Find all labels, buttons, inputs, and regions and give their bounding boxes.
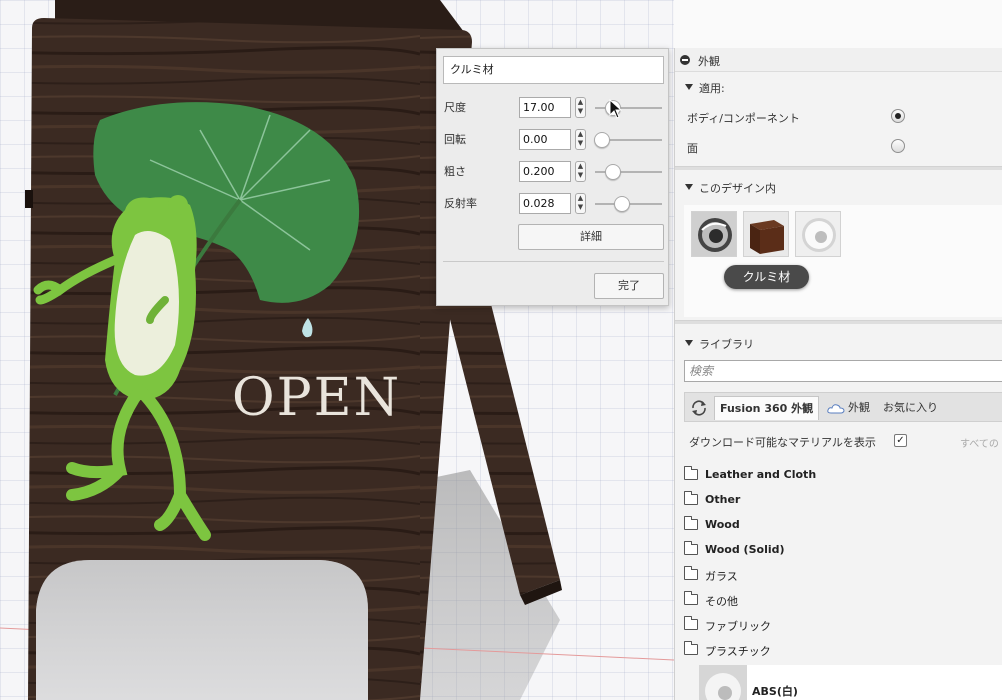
library-tabs: Fusion 360 外観 外観 お気に入り — [684, 392, 1002, 422]
white-ring-icon — [699, 665, 747, 700]
in-design-section-title: このデザイン内 — [699, 182, 776, 195]
scale-slider[interactable] — [595, 100, 662, 116]
section-divider — [675, 320, 1002, 324]
folder-label: Wood — [705, 518, 740, 531]
tab-my-appearances[interactable]: 外観 — [843, 396, 875, 420]
tab-fusion360-appearances[interactable]: Fusion 360 外観 — [714, 396, 820, 420]
tab-favorites[interactable]: お気に入り — [878, 396, 943, 420]
walnut-cube-thumbnail[interactable] — [743, 211, 789, 257]
sign-text: OPEN — [232, 368, 401, 428]
folder-label: プラスチック — [705, 645, 771, 658]
material-item-abs-white[interactable]: ABS(白) — [699, 665, 1002, 700]
disclosure-triangle-icon[interactable] — [685, 340, 693, 346]
roughness-slider-knob[interactable] — [605, 164, 622, 180]
folder-icon — [684, 591, 698, 605]
folder-icon — [684, 641, 698, 655]
folder-glass[interactable]: ガラス — [675, 564, 1002, 588]
library-section-title: ライブラリ — [699, 338, 754, 351]
disclosure-triangle-icon[interactable] — [685, 184, 693, 190]
folder-wood-solid[interactable]: Wood (Solid) — [675, 539, 1002, 563]
reflectance-stepper[interactable]: ▲ ▼ — [575, 193, 586, 214]
apply-option-face-label: 面 — [687, 142, 698, 155]
section-divider — [675, 166, 1002, 170]
folder-label: ファブリック — [705, 620, 771, 633]
downloadable-materials-checkbox[interactable]: ✓ — [894, 434, 907, 447]
roughness-row: 粗さ 0.200 ▲ ▼ — [437, 158, 670, 184]
downloadable-materials-row: ダウンロード可能なマテリアルを表示 ✓ すべての — [675, 430, 1002, 452]
reflectance-slider-knob[interactable] — [613, 196, 630, 212]
rotation-input[interactable]: 0.00 — [519, 129, 571, 150]
white-ring-icon — [796, 212, 840, 256]
scale-label: 尺度 — [444, 101, 466, 114]
library-section-header[interactable]: ライブラリ — [675, 332, 1002, 354]
folder-label: その他 — [705, 595, 738, 608]
folder-icon — [684, 516, 698, 530]
detail-button[interactable]: 詳細 — [518, 224, 664, 250]
roughness-slider[interactable] — [595, 164, 662, 180]
appearance-panel: 外観 適用: ボディ/コンポーネント 面 このデザイン内 クルミ材 ライブラリ … — [674, 48, 1002, 700]
roughness-stepper[interactable]: ▲ ▼ — [575, 161, 586, 182]
folder-plastic[interactable]: プラスチック — [675, 639, 1002, 663]
panel-header: 外観 — [675, 48, 1002, 72]
in-design-section-header[interactable]: このデザイン内 — [675, 176, 1002, 198]
apply-section-title: 適用: — [699, 82, 725, 95]
folder-label: ガラス — [705, 570, 738, 583]
rotation-stepper[interactable]: ▲ ▼ — [575, 129, 586, 150]
in-design-materials: クルミ材 — [684, 205, 1002, 317]
library-search-input[interactable]: 検索 — [684, 360, 1002, 382]
folder-icon — [684, 566, 698, 580]
white-ring-thumbnail[interactable] — [795, 211, 841, 257]
folder-label: Other — [705, 493, 741, 506]
material-name-field[interactable]: クルミ材 — [443, 56, 664, 84]
folder-misc[interactable]: その他 — [675, 589, 1002, 613]
folder-icon — [684, 466, 698, 480]
collapse-icon[interactable] — [680, 55, 690, 65]
rotation-slider-knob[interactable] — [593, 132, 610, 148]
folder-icon — [684, 491, 698, 505]
all-filter-label[interactable]: すべての — [960, 435, 999, 450]
panel-title: 外観 — [698, 55, 720, 68]
reflectance-label: 反射率 — [444, 197, 477, 210]
popup-divider — [443, 261, 664, 262]
disclosure-triangle-icon[interactable] — [685, 84, 693, 90]
rotation-label: 回転 — [444, 133, 466, 146]
done-button[interactable]: 完了 — [594, 273, 664, 299]
folder-fabric[interactable]: ファブリック — [675, 614, 1002, 638]
reflectance-input[interactable]: 0.028 — [519, 193, 571, 214]
walnut-cube-icon — [744, 212, 788, 256]
refresh-icon[interactable] — [690, 399, 708, 417]
roughness-label: 粗さ — [444, 165, 466, 178]
appearance-editor-popup: クルミ材 尺度 17.00 ▲ ▼ 回転 0.00 ▲ ▼ 粗さ 0.200 ▲ ▼ … — [436, 48, 669, 306]
apply-option-body[interactable]: ボディ/コンポーネント — [675, 105, 1002, 129]
rotation-row: 回転 0.00 ▲ ▼ — [437, 126, 670, 152]
apply-option-body-label: ボディ/コンポーネント — [687, 112, 800, 125]
face-radio[interactable] — [891, 139, 905, 153]
folder-other[interactable]: Other — [675, 489, 1002, 513]
folder-wood[interactable]: Wood — [675, 514, 1002, 538]
apply-option-face[interactable]: 面 — [675, 135, 1002, 159]
material-item-label: ABS(白) — [752, 685, 798, 698]
scale-input[interactable]: 17.00 — [519, 97, 571, 118]
rotation-slider[interactable] — [593, 132, 662, 148]
abs-white-thumbnail — [699, 665, 747, 700]
mouse-cursor-icon — [609, 99, 623, 119]
apply-section-header[interactable]: 適用: — [675, 76, 1002, 98]
chrome-ring-icon — [692, 212, 736, 256]
folder-icon — [684, 616, 698, 630]
scale-stepper[interactable]: ▲ ▼ — [575, 97, 586, 118]
roughness-input[interactable]: 0.200 — [519, 161, 571, 182]
folder-label: Leather and Cloth — [705, 468, 817, 481]
reflectance-slider[interactable] — [595, 196, 662, 212]
chrome-ring-thumbnail[interactable] — [691, 211, 737, 257]
scale-row: 尺度 17.00 ▲ ▼ — [437, 94, 670, 120]
folder-icon — [684, 541, 698, 555]
folder-label: Wood (Solid) — [705, 543, 785, 556]
material-tooltip: クルミ材 — [724, 265, 809, 289]
reflectance-row: 反射率 0.028 ▲ ▼ — [437, 190, 670, 216]
folder-leather-and-cloth[interactable]: Leather and Cloth — [675, 464, 1002, 488]
downloadable-materials-label: ダウンロード可能なマテリアルを表示 — [689, 436, 876, 449]
body-radio[interactable] — [891, 109, 905, 123]
